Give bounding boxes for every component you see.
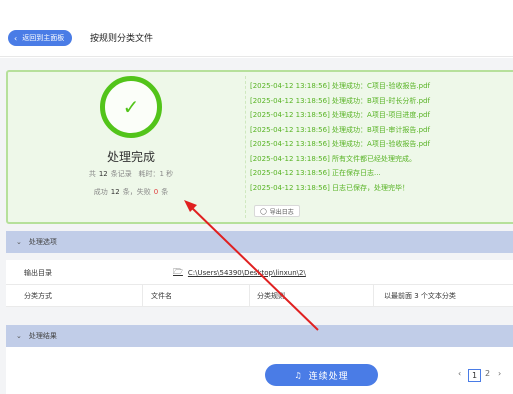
prev-page-icon[interactable]: ‹ [458,369,461,378]
log-line: [2025-04-12 13:18:56] 处理成功：B项目-时长分析.pdf [250,96,430,105]
page-title: 按规则分类文件 [90,34,154,44]
record-summary: 共 12 条记录 耗时：1 秒 [8,169,254,179]
log-line: [2025-04-12 13:18:56] 所有文件都已经处理完成。 [250,154,417,163]
time-prefix: 耗时： [138,170,160,178]
rule-value[interactable]: 以最前面 3 个文本分类 [384,285,456,307]
log-line: [2025-04-12 13:18:56] 处理成功：A项目-项目进度.pdf [250,111,430,119]
total-suffix: 条记录 [110,170,132,178]
top-bar: ‹ 返回到主面板 按规则分类文件 [0,0,513,58]
success-circle: ✓ [100,76,162,138]
fail-count: 0 [153,188,159,196]
result-title: 处理完成 [106,150,155,164]
chevron-down-icon: ⌄ [16,238,22,246]
fail-suffix: 条 [161,188,169,196]
divider [0,56,513,57]
bell-icon: ♫ [294,370,303,380]
output-path-link[interactable]: 🗁 C:\Users\54390\Desktop\linxun\2\ [173,260,306,285]
page-1[interactable]: 1 [468,369,481,382]
run-label: 连续处理 [308,371,349,382]
back-to-main-button[interactable]: ‹ 返回到主面板 [8,30,73,46]
table-row: 分类方式 文件名 分类规则 以最前面 3 个文本分类 [6,285,513,307]
log-line: [2025-04-12 13:18:56] 日志已保存，处理完毕！ [250,183,410,192]
next-page-icon[interactable]: › [498,369,501,378]
total-prefix: 共 [88,170,96,178]
folder-icon: 🗁 [173,266,183,276]
checkmark-icon: ✓ [122,95,140,119]
success-prefix: 成功 [93,188,108,196]
time-suffix: 秒 [166,170,174,178]
export-label: 导出日志 [269,208,294,216]
divider [373,285,374,307]
page-2[interactable]: 2 [485,369,490,378]
section-label: 处理选项 [28,238,57,246]
results-section-header[interactable]: ⌄ 处理结果 [6,325,513,347]
export-log-button[interactable]: ◯ 导出日志 [254,205,300,217]
section-label: 处理结果 [28,332,57,340]
chevron-down-icon: ⌄ [16,332,22,340]
output-path: C:\Users\54390\Desktop\linxun\2\ [187,268,306,277]
export-icon: ◯ [260,207,267,215]
log-line: [2025-04-12 13:18:56] 正在保存日志... [250,169,381,177]
success-suffix: 条，失败 [122,188,151,196]
continuous-process-button[interactable]: ♫ 连续处理 [265,364,378,386]
options-section-header[interactable]: ⌄ 处理选项 [6,231,513,253]
divider [142,285,143,307]
log-list: [2025-04-12 13:18:56] 处理成功：C项目-验收报告.pdf … [250,81,512,197]
back-button-label: 返回到主面板 [22,34,65,42]
log-line: [2025-04-12 13:18:56] 处理成功：B项目-审计报告.pdf [250,125,430,134]
options-table: 输出目录 🗁 C:\Users\54390\Desktop\linxun\2\ … [6,260,513,307]
chevron-left-icon: ‹ [14,33,18,43]
method-label: 分类方式 [24,292,52,300]
result-panel: ✓ 处理完成 共 12 条记录 耗时：1 秒 成功 12 条，失败 0 条 [2025-04… [6,70,513,224]
output-dir-label: 输出目录 [24,268,52,277]
method-value[interactable]: 文件名 [151,285,172,307]
success-count: 12 [110,188,120,196]
time-value: 1 [159,170,164,178]
divider [245,76,246,218]
success-summary: 成功 12 条，失败 0 条 [8,187,254,197]
log-line: [2025-04-12 13:18:56] 处理成功：C项目-验收报告.pdf [250,82,431,90]
rule-label: 分类规则 [257,292,285,300]
results-area [6,347,513,394]
total-count: 12 [98,170,108,178]
log-line: [2025-04-12 13:18:56] 处理成功：A项目-验收报告.pdf [250,140,430,148]
divider [249,285,250,307]
table-row: 输出目录 🗁 C:\Users\54390\Desktop\linxun\2\ [6,260,513,285]
